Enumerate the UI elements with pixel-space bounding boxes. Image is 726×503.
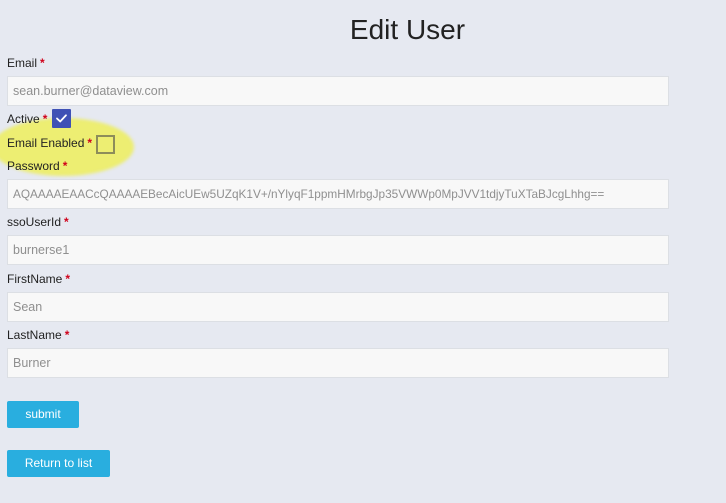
return-to-list-button[interactable]: Return to list xyxy=(7,450,110,477)
active-label-row: Active * xyxy=(7,112,47,126)
last-name-field[interactable] xyxy=(7,348,669,378)
email-field[interactable] xyxy=(7,76,669,106)
email-enabled-label: Email Enabled xyxy=(7,136,85,150)
required-marker: * xyxy=(65,272,71,286)
active-checkbox[interactable] xyxy=(52,109,71,128)
email-label: Email xyxy=(7,56,38,70)
email-enabled-label-row: Email Enabled * xyxy=(7,136,92,150)
email-label-row: Email * xyxy=(7,56,45,70)
required-marker: * xyxy=(64,328,70,342)
first-name-label: FirstName xyxy=(7,272,63,286)
required-marker: * xyxy=(42,112,48,126)
first-name-field[interactable] xyxy=(7,292,669,322)
email-enabled-checkbox[interactable] xyxy=(96,135,115,154)
submit-button[interactable]: submit xyxy=(7,401,79,428)
sso-user-id-label-row: ssoUserId * xyxy=(7,215,69,229)
required-marker: * xyxy=(87,136,93,150)
edit-user-page: Edit User Email* Active* Email Enabled* … xyxy=(0,0,726,503)
password-label-row: Password * xyxy=(7,159,67,173)
first-name-label-row: FirstName * xyxy=(7,272,70,286)
page-title: Edit User xyxy=(349,14,466,45)
password-label: Password xyxy=(7,159,60,173)
password-field[interactable] xyxy=(7,179,669,209)
last-name-label: LastName xyxy=(7,328,62,342)
required-marker: * xyxy=(40,56,45,70)
active-label: Active xyxy=(7,112,40,126)
required-marker: * xyxy=(62,159,68,173)
checkmark-icon xyxy=(56,114,67,123)
sso-user-id-label: ssoUserId xyxy=(7,215,62,229)
required-marker: * xyxy=(64,215,69,229)
sso-user-id-field[interactable] xyxy=(7,235,669,265)
last-name-label-row: LastName * xyxy=(7,328,69,342)
